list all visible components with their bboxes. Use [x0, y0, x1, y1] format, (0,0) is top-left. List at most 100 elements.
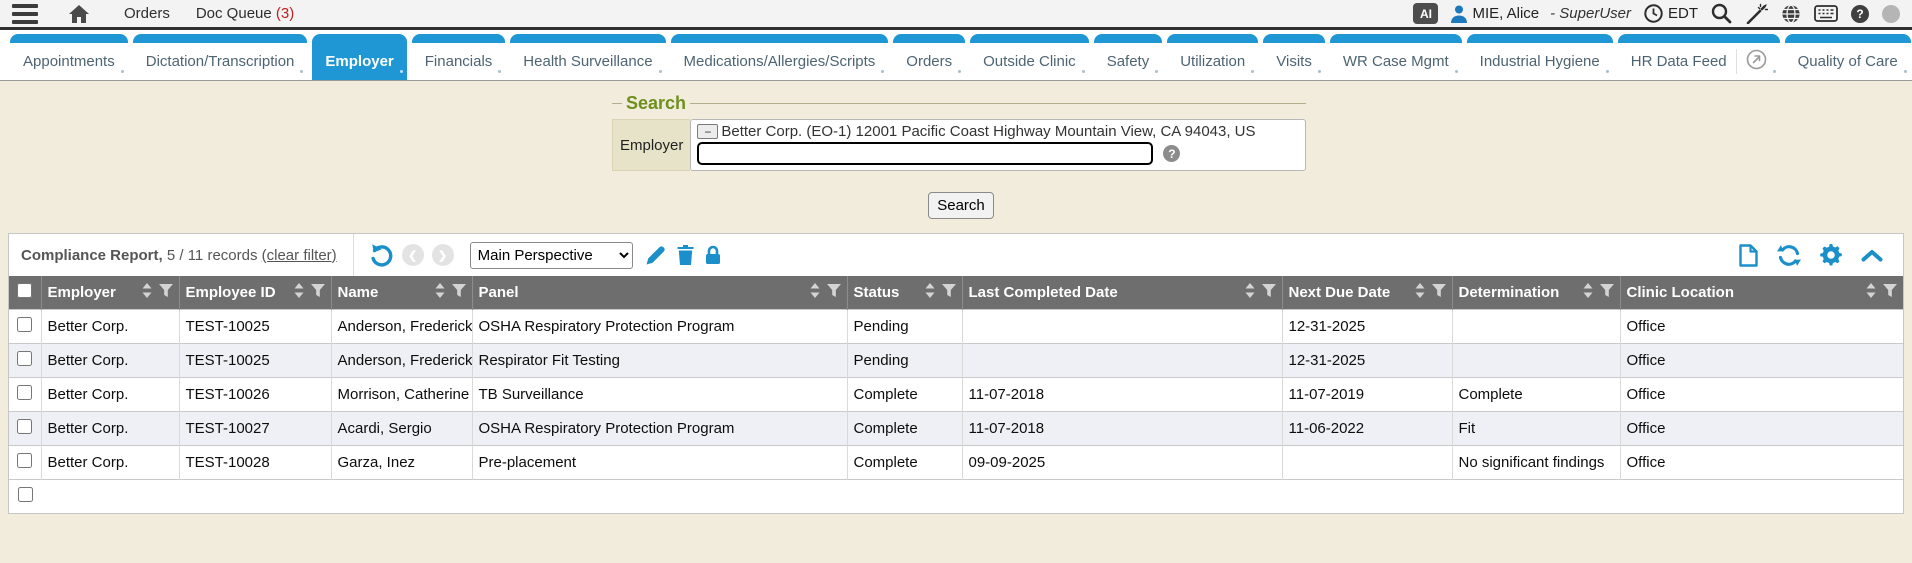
tab-wr-case-mgmt[interactable]: WR Case Mgmt — [1330, 34, 1462, 80]
remove-selection-button[interactable]: − — [697, 124, 718, 139]
sort-icon[interactable] — [1245, 283, 1255, 302]
cell-name: Anderson, Frederick — [331, 343, 472, 377]
search-icon[interactable] — [1711, 3, 1732, 24]
filter-icon[interactable] — [1600, 284, 1614, 301]
cell-determination: No significant findings — [1452, 445, 1620, 479]
sort-icon[interactable] — [1583, 283, 1593, 302]
perspective-select[interactable]: Main Perspective — [470, 242, 633, 269]
home-icon[interactable] — [68, 4, 90, 24]
search-fieldset: Search Employer − Better Corp. (EO-1) 12… — [612, 93, 1306, 171]
cell-employer: Better Corp. — [41, 445, 179, 479]
col-clinic-location[interactable]: Clinic Location — [1620, 276, 1903, 309]
row-checkbox[interactable] — [17, 351, 32, 366]
employer-search-input[interactable] — [697, 142, 1153, 165]
next-page-icon[interactable]: ❯ — [432, 244, 454, 266]
tab-safety[interactable]: Safety — [1094, 34, 1163, 80]
table-row[interactable]: Better Corp. TEST-10026 Morrison, Cather… — [9, 377, 1903, 411]
document-icon[interactable] — [1739, 244, 1758, 267]
report-title: Compliance Report, 5 / 11 records (clear… — [21, 247, 337, 264]
col-last-completed-date[interactable]: Last Completed Date — [962, 276, 1282, 309]
delete-trash-icon[interactable] — [677, 245, 694, 265]
filter-icon[interactable] — [1432, 284, 1446, 301]
tab-health-surveillance[interactable]: Health Surveillance — [510, 34, 665, 80]
table-row[interactable]: Better Corp. TEST-10025 Anderson, Freder… — [9, 309, 1903, 343]
lock-icon[interactable] — [705, 245, 721, 265]
collapse-chevron-icon[interactable] — [1861, 249, 1883, 262]
tab-dictation-transcription[interactable]: Dictation/Transcription — [133, 34, 308, 80]
tab-industrial-hygiene[interactable]: Industrial Hygiene — [1467, 34, 1613, 80]
row-checkbox[interactable] — [17, 385, 32, 400]
prev-page-icon[interactable]: ❮ — [402, 244, 424, 266]
sort-icon[interactable] — [294, 283, 304, 302]
search-button[interactable]: Search — [928, 192, 994, 219]
tab-employer[interactable]: Employer — [312, 34, 406, 80]
cell-clinic: Office — [1620, 445, 1903, 479]
filter-icon[interactable] — [159, 284, 173, 301]
hamburger-menu-icon[interactable] — [12, 4, 38, 24]
tab-hr-data-feed[interactable]: HR Data Feed — [1618, 34, 1780, 80]
keyboard-icon[interactable] — [1814, 5, 1838, 22]
filter-icon[interactable] — [827, 284, 841, 301]
select-all-checkbox[interactable] — [17, 283, 32, 298]
col-panel[interactable]: Panel — [472, 276, 847, 309]
undo-icon[interactable] — [368, 242, 394, 268]
row-checkbox[interactable] — [17, 317, 32, 332]
ai-badge[interactable]: AI — [1413, 3, 1438, 24]
record-count: 5 / 11 records — [167, 247, 258, 264]
edit-pencil-icon[interactable] — [645, 245, 666, 266]
row-checkbox[interactable] — [17, 419, 32, 434]
filter-icon[interactable] — [311, 284, 325, 301]
cell-employee-id: TEST-10026 — [179, 377, 331, 411]
cell-panel: OSHA Respiratory Protection Program — [472, 309, 847, 343]
col-status[interactable]: Status — [847, 276, 962, 309]
user-icon — [1451, 5, 1467, 23]
sort-icon[interactable] — [435, 283, 445, 302]
col-employer[interactable]: Employer — [41, 276, 179, 309]
magic-wand-icon[interactable] — [1745, 3, 1768, 24]
settings-gear-icon[interactable] — [1820, 244, 1842, 266]
col-employee-id[interactable]: Employee ID — [179, 276, 331, 309]
cell-last-completed: 09-09-2025 — [962, 445, 1282, 479]
table-row[interactable]: Better Corp. TEST-10028 Garza, Inez Pre-… — [9, 445, 1903, 479]
filter-icon[interactable] — [452, 284, 466, 301]
sort-icon[interactable] — [1866, 283, 1876, 302]
timezone-indicator[interactable]: EDT — [1644, 4, 1698, 23]
new-row-checkbox[interactable] — [18, 487, 33, 502]
tab-appointments[interactable]: Appointments — [10, 34, 128, 80]
tab-medications-allergies-scripts[interactable]: Medications/Allergies/Scripts — [671, 34, 889, 80]
globe-icon[interactable] — [1781, 4, 1801, 24]
cell-clinic: Office — [1620, 309, 1903, 343]
table-row[interactable]: Better Corp. TEST-10027 Acardi, Sergio O… — [9, 411, 1903, 445]
refresh-icon[interactable] — [1777, 244, 1801, 267]
tab-outside-clinic[interactable]: Outside Clinic — [970, 34, 1089, 80]
row-checkbox[interactable] — [17, 453, 32, 468]
tab-visits[interactable]: Visits — [1263, 34, 1325, 80]
filter-icon[interactable] — [942, 284, 956, 301]
col-determination[interactable]: Determination — [1452, 276, 1620, 309]
filter-icon[interactable] — [1883, 284, 1897, 301]
tab-utilization[interactable]: Utilization — [1167, 34, 1258, 80]
field-help-icon[interactable]: ? — [1163, 145, 1180, 162]
clear-filter-link[interactable]: (clear filter) — [262, 247, 337, 264]
sort-icon[interactable] — [810, 283, 820, 302]
tab-quality-of-care[interactable]: Quality of Care — [1785, 34, 1911, 80]
select-all-header — [9, 276, 41, 309]
filter-icon[interactable] — [1262, 284, 1276, 301]
doc-queue-link[interactable]: Doc Queue (3) — [196, 5, 294, 22]
table-row[interactable]: Better Corp. TEST-10025 Anderson, Freder… — [9, 343, 1903, 377]
tab-financials[interactable]: Financials — [412, 34, 506, 80]
sort-icon[interactable] — [142, 283, 152, 302]
user-menu[interactable]: MIE, Alice - SuperUser — [1451, 5, 1631, 23]
clock-icon — [1644, 4, 1663, 23]
col-name[interactable]: Name — [331, 276, 472, 309]
cell-next-due: 12-31-2025 — [1282, 309, 1452, 343]
orders-link[interactable]: Orders — [124, 5, 170, 22]
cell-employer: Better Corp. — [41, 411, 179, 445]
help-icon[interactable]: ? — [1851, 5, 1869, 23]
sort-icon[interactable] — [925, 283, 935, 302]
external-link-icon[interactable] — [1746, 49, 1767, 74]
cell-status: Pending — [847, 309, 962, 343]
col-next-due-date[interactable]: Next Due Date — [1282, 276, 1452, 309]
tab-orders[interactable]: Orders — [893, 34, 965, 80]
sort-icon[interactable] — [1415, 283, 1425, 302]
